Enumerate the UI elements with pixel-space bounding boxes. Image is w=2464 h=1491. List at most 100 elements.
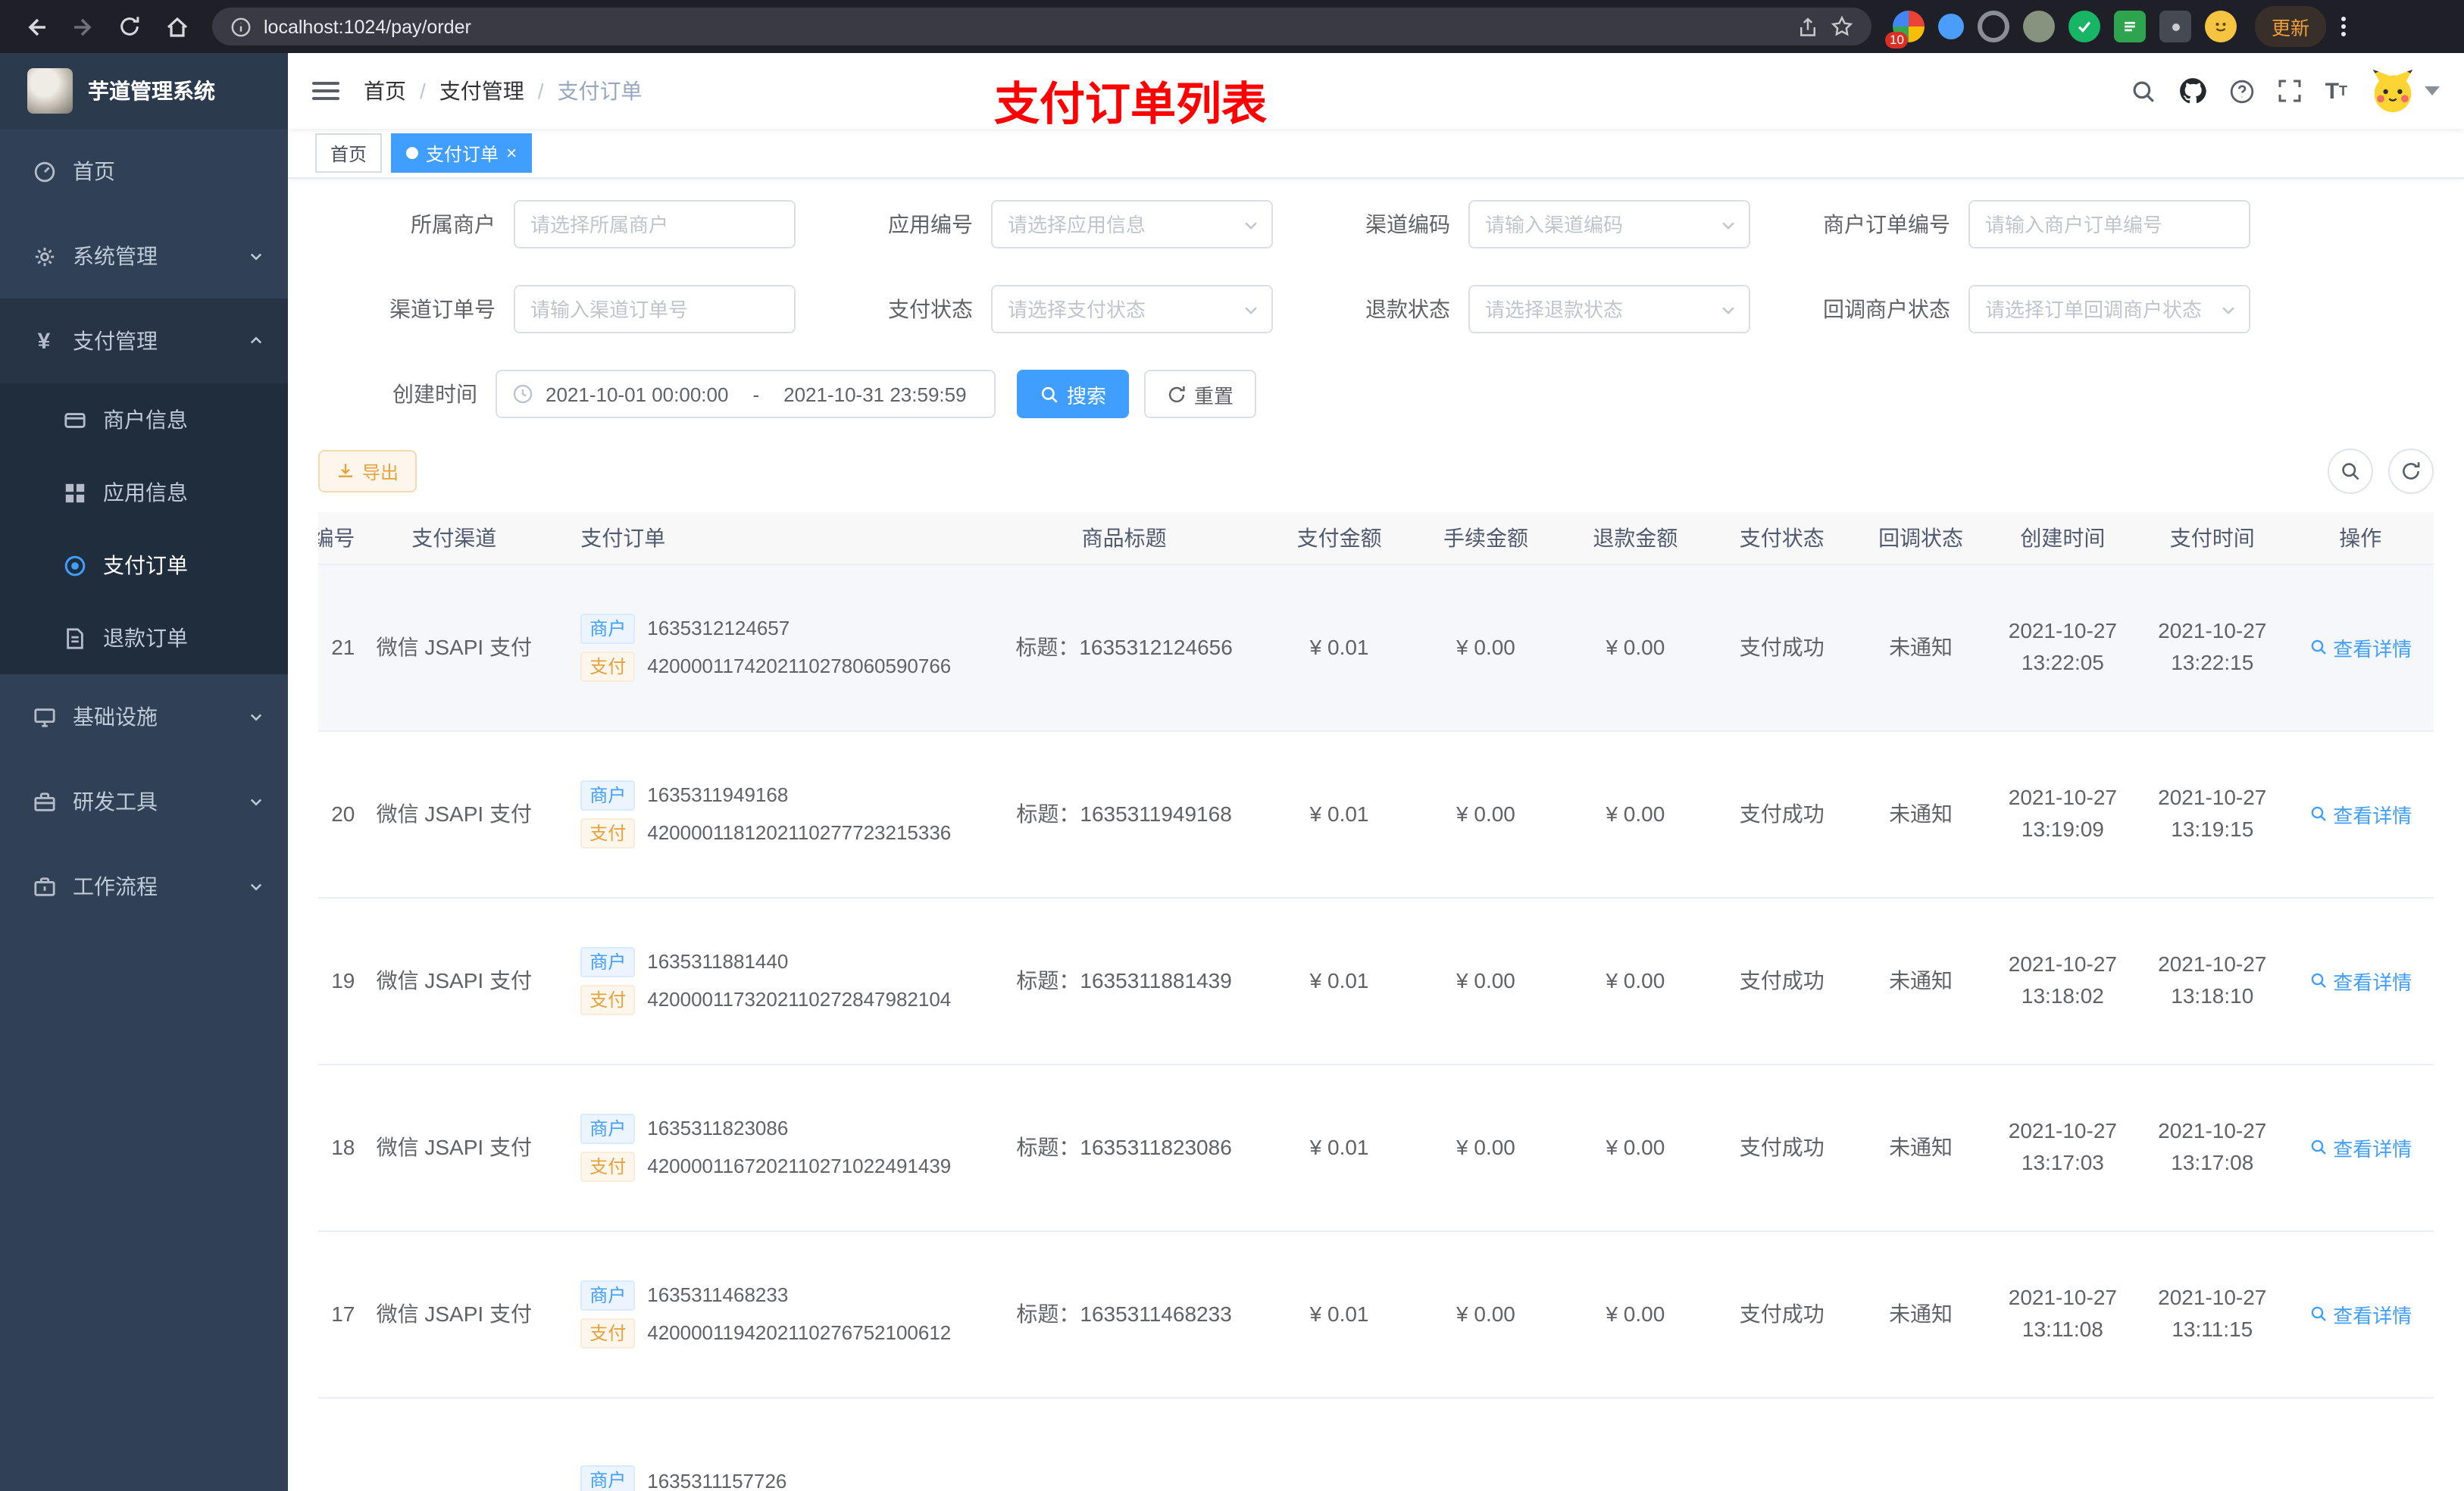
tab-pay-order[interactable]: 支付订单 × (391, 133, 533, 173)
extension-icon-7[interactable] (2159, 11, 2191, 42)
date-start[interactable]: 2021-10-01 00:00:00 (546, 383, 728, 405)
tab-home[interactable]: 首页 (315, 133, 383, 173)
site-info-icon[interactable] (230, 16, 252, 37)
date-range-picker[interactable]: 2021-10-01 00:00:00 - 2021-10-31 23:59:5… (496, 370, 996, 418)
cell-pay-time: 2021-10-27 13:19:15 (2137, 730, 2287, 898)
reset-button[interactable]: 重置 (1144, 370, 1257, 418)
sidebar-item-pay-order[interactable]: 支付订单 (0, 529, 288, 602)
cell-pay-time: 2021-10-27 13:22:15 (2137, 564, 2287, 731)
pay-tag: 支付 (580, 651, 636, 681)
app-no-select[interactable] (991, 200, 1273, 248)
navbar-actions: TT (2131, 68, 2440, 114)
merchant-input[interactable] (514, 200, 796, 248)
sidebar-item-workflow[interactable]: 工作流程 (0, 844, 288, 929)
sidebar-item-dev-tools[interactable]: 研发工具 (0, 759, 288, 844)
breadcrumb-payment[interactable]: 支付管理 (439, 76, 524, 106)
bookmark-star-icon[interactable] (1831, 15, 1853, 38)
cell-channel: 微信 JSAPI 支付 (355, 730, 554, 898)
pay-status-select-field[interactable] (1008, 298, 1256, 320)
date-end[interactable]: 2021-10-31 23:59:59 (783, 383, 966, 405)
col-header-pay-time: 支付时间 (2137, 512, 2287, 564)
extension-icon-6[interactable] (2114, 11, 2146, 42)
refresh-button[interactable] (2388, 449, 2434, 494)
cell-amount: ¥ 0.01 (1267, 730, 1412, 898)
extension-badge: 10 (1885, 32, 1909, 48)
browser-update-button[interactable]: 更新 (2255, 6, 2327, 47)
url-text[interactable]: localhost:1024/pay/order (264, 16, 1785, 37)
browser-menu-icon[interactable] (2341, 17, 2347, 36)
sidebar-item-refund-order[interactable]: 退款订单 (0, 602, 288, 674)
export-button[interactable]: 导出 (318, 450, 417, 492)
github-icon[interactable] (2180, 77, 2207, 105)
cell-title: 标题：1635311881439 (980, 897, 1268, 1064)
forward-icon[interactable] (62, 6, 103, 47)
merchant-tag: 商户 (580, 613, 636, 643)
merchant-tag: 商户 (580, 946, 636, 977)
extension-icon-8[interactable] (2205, 11, 2237, 42)
pay-order-no: 4200001173202110272847982104 (647, 988, 952, 1011)
chevron-down-icon (249, 879, 264, 894)
font-size-icon[interactable]: TT (2325, 78, 2347, 104)
merchant-order-no-input[interactable] (1968, 200, 2250, 248)
merchant-order-no: 1635311949168 (647, 783, 789, 806)
sidebar-item-merchant-info[interactable]: 商户信息 (0, 383, 288, 456)
sidebar-item-home[interactable]: 首页 (0, 129, 288, 214)
refund-status-select-field[interactable] (1485, 298, 1734, 320)
app-no-select-field[interactable] (1008, 213, 1256, 236)
sidebar-item-payment[interactable]: ¥ 支付管理 (0, 299, 288, 383)
extension-icon-3[interactable] (1978, 11, 2009, 42)
view-detail-link[interactable]: 查看详情 (2309, 1299, 2412, 1328)
merchant-input-field[interactable] (530, 213, 779, 236)
sidebar-item-infra[interactable]: 基础设施 (0, 674, 288, 759)
home-icon[interactable] (156, 6, 197, 47)
sidebar-item-app-info[interactable]: 应用信息 (0, 456, 288, 529)
breadcrumb-home[interactable]: 首页 (364, 76, 406, 106)
channel-code-select[interactable] (1468, 200, 1750, 248)
view-detail-link[interactable]: 查看详情 (2309, 966, 2412, 995)
extension-icon-2[interactable] (1938, 14, 1964, 39)
user-menu[interactable] (2370, 68, 2440, 114)
sidebar-item-system[interactable]: 系统管理 (0, 214, 288, 299)
view-detail-link[interactable]: 查看详情 (2309, 1133, 2412, 1161)
back-icon[interactable] (15, 6, 56, 47)
reload-icon[interactable] (109, 6, 150, 47)
notify-status-select-field[interactable] (1985, 298, 2234, 320)
address-bar[interactable]: localhost:1024/pay/order (212, 8, 1871, 45)
merchant-order-no: 1635311468233 (647, 1283, 789, 1306)
refund-status-select[interactable] (1468, 285, 1750, 333)
cell-notify: 未通知 (1853, 730, 1988, 898)
channel-order-no-field[interactable] (530, 298, 779, 320)
notify-status-select[interactable] (1968, 285, 2250, 333)
view-detail-link[interactable]: 查看详情 (2309, 633, 2412, 661)
close-icon[interactable]: × (506, 144, 517, 162)
cell-channel: 微信 JSAPI 支付 (355, 1064, 554, 1231)
toggle-search-button[interactable] (2328, 449, 2373, 494)
extension-icon-4[interactable] (2023, 11, 2055, 42)
col-header-fee: 手续金额 (1411, 512, 1561, 564)
merchant-order-no: 1635311157726 (647, 1469, 787, 1491)
sidebar-item-label: 支付订单 (103, 553, 188, 577)
table-row: 18 微信 JSAPI 支付 商户 1635311823086 支付 4200001… (318, 1064, 2434, 1231)
help-icon[interactable] (2230, 78, 2256, 104)
cell-channel (355, 1397, 554, 1491)
search-button[interactable]: 搜索 (1017, 370, 1130, 418)
hamburger-icon[interactable] (312, 82, 339, 100)
channel-order-no-input[interactable] (514, 285, 796, 333)
credit-card-icon (61, 408, 88, 431)
table-header-row: 编号 支付渠道 支付订单 商品标题 支付金额 手续金额 退款金额 支付状态 回调… (318, 512, 2434, 564)
share-icon[interactable] (1797, 16, 1818, 37)
extension-icon-5[interactable] (2068, 11, 2100, 42)
extension-icon-1[interactable]: 10 (1885, 11, 1925, 48)
cell-order: 商户 1635311157726 (553, 1397, 981, 1491)
fullscreen-icon[interactable] (2278, 79, 2303, 103)
cell-action: 查看详情 (2287, 1064, 2434, 1231)
merchant-order-no-field[interactable] (1985, 213, 2234, 236)
channel-code-select-field[interactable] (1485, 213, 1734, 236)
table-row: 19 微信 JSAPI 支付 商户 1635311881440 支付 4200001… (318, 897, 2434, 1064)
view-detail-link[interactable]: 查看详情 (2309, 799, 2412, 828)
pay-status-select[interactable] (991, 285, 1273, 333)
search-icon[interactable] (2131, 78, 2157, 104)
cell-action: 查看详情 (2287, 730, 2434, 898)
cell-create-time: 2021-10-27 13:11:08 (1987, 1230, 2138, 1398)
filter-channel-order-no: 渠道订单号 (318, 285, 796, 333)
